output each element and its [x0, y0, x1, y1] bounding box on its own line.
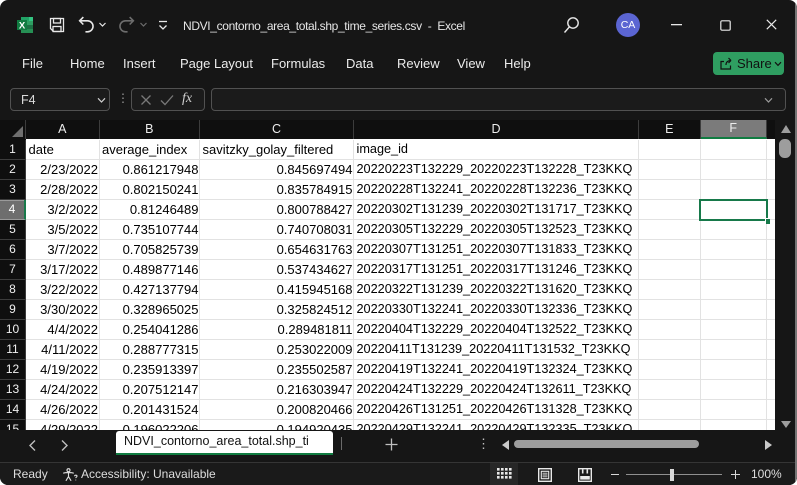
svg-text:X: X [19, 20, 26, 31]
